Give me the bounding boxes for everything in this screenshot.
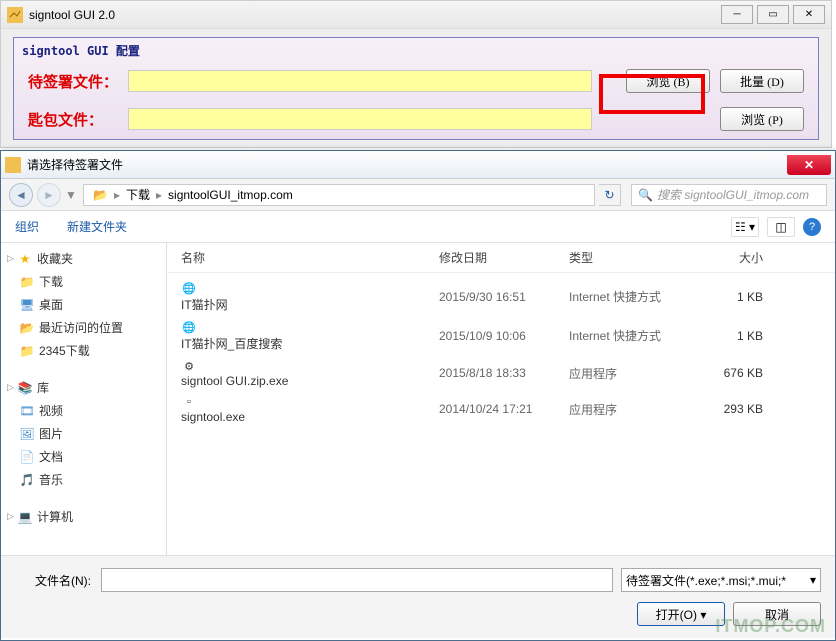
nav-history-dropdown[interactable]: ▼: [65, 188, 79, 202]
file-icon: ▫: [181, 394, 197, 410]
config-panel: signtool GUI 配置 待签署文件： 浏览 (B) 批量 (D) 匙包文…: [13, 37, 819, 140]
chevron-right-icon: ▸: [156, 188, 162, 202]
file-icon: ⚙: [181, 358, 197, 374]
library-icon: 📚: [17, 380, 33, 396]
view-mode-button[interactable]: ☷ ▾: [731, 217, 759, 237]
sidebar-libraries[interactable]: ▷📚库: [1, 376, 166, 399]
video-icon: 🎞: [19, 403, 35, 419]
close-button[interactable]: ✕: [793, 5, 825, 24]
col-header-type[interactable]: 类型: [569, 249, 703, 266]
config-row-key-file: 匙包文件： 浏览 (P): [14, 101, 818, 139]
desktop-icon: 🖥: [19, 297, 35, 313]
music-icon: 🎵: [19, 472, 35, 488]
file-icon: 🌐: [181, 280, 197, 296]
star-icon: ★: [17, 251, 33, 267]
filename-input[interactable]: [101, 568, 613, 592]
file-icon: 🌐: [181, 319, 197, 335]
new-folder-button[interactable]: 新建文件夹: [67, 218, 127, 235]
search-icon: 🔍: [638, 188, 653, 202]
sidebar: ▷★收藏夹 📁下载 🖥桌面 📂最近访问的位置 📁2345下载 ▷📚库 🎞视频 🖼…: [1, 243, 167, 555]
dialog-close-button[interactable]: ✕: [787, 155, 831, 175]
browse-b-button[interactable]: 浏览 (B): [626, 69, 710, 93]
open-button[interactable]: 打开(O) ▾: [637, 602, 725, 626]
breadcrumb-root-icon: 📂: [93, 188, 108, 202]
parent-titlebar: signtool GUI 2.0 ─ ▭ ✕: [1, 1, 831, 29]
sidebar-item-music[interactable]: 🎵音乐: [1, 468, 166, 491]
sidebar-item-2345[interactable]: 📁2345下载: [1, 339, 166, 362]
dialog-footer: 文件名(N): 待签署文件(*.exe;*.msi;*.mui;* ▾ 打开(O…: [1, 555, 835, 638]
search-input[interactable]: 🔍 搜索 signtoolGUI_itmop.com: [631, 184, 827, 206]
file-list-header: 名称 修改日期 类型 大小: [167, 243, 835, 273]
maximize-button[interactable]: ▭: [757, 5, 789, 24]
config-header: signtool GUI 配置: [14, 38, 818, 63]
file-type-filter[interactable]: 待签署文件(*.exe;*.msi;*.mui;* ▾: [621, 568, 821, 592]
nav-back-button[interactable]: ◄: [9, 183, 33, 207]
minimize-button[interactable]: ─: [721, 5, 753, 24]
breadcrumb-seg-1[interactable]: 下载: [126, 186, 150, 203]
file-row[interactable]: 🌐IT猫扑网2015/9/30 16:51Internet 快捷方式1 KB: [167, 277, 835, 316]
file-list-area: 名称 修改日期 类型 大小 🌐IT猫扑网2015/9/30 16:51Inter…: [167, 243, 835, 555]
breadcrumb[interactable]: 📂 ▸ 下载 ▸ signtoolGUI_itmop.com: [83, 184, 595, 206]
sidebar-computer[interactable]: ▷💻计算机: [1, 505, 166, 528]
sidebar-item-videos[interactable]: 🎞视频: [1, 399, 166, 422]
computer-icon: 💻: [17, 509, 33, 525]
picture-icon: 🖼: [19, 426, 35, 442]
config-row-sign-file: 待签署文件： 浏览 (B) 批量 (D): [14, 63, 818, 101]
preview-pane-button[interactable]: ◫: [767, 217, 795, 237]
col-header-name[interactable]: 名称: [181, 249, 439, 266]
dialog-titlebar: 请选择待签署文件 ✕: [1, 151, 835, 179]
folder-icon: 📁: [19, 343, 35, 359]
dialog-title-text: 请选择待签署文件: [27, 156, 123, 173]
sign-file-input[interactable]: [128, 70, 592, 92]
file-row[interactable]: ▫signtool.exe2014/10/24 17:21应用程序293 KB: [167, 391, 835, 427]
batch-d-button[interactable]: 批量 (D): [720, 69, 804, 93]
sidebar-item-pictures[interactable]: 🖼图片: [1, 422, 166, 445]
dialog-nav-bar: ◄ ► ▼ 📂 ▸ 下载 ▸ signtoolGUI_itmop.com ↻ 🔍…: [1, 179, 835, 211]
parent-window: signtool GUI 2.0 ─ ▭ ✕ signtool GUI 配置 待…: [0, 0, 832, 148]
refresh-button[interactable]: ↻: [599, 184, 621, 206]
parent-title-text: signtool GUI 2.0: [29, 8, 115, 22]
folder-icon: 📁: [19, 274, 35, 290]
file-rows: 🌐IT猫扑网2015/9/30 16:51Internet 快捷方式1 KB🌐I…: [167, 273, 835, 431]
sidebar-favorites[interactable]: ▷★收藏夹: [1, 247, 166, 270]
col-header-size[interactable]: 大小: [703, 249, 763, 266]
key-file-label: 匙包文件：: [28, 109, 128, 130]
key-file-input[interactable]: [128, 108, 592, 130]
sidebar-item-desktop[interactable]: 🖥桌面: [1, 293, 166, 316]
sidebar-item-recent[interactable]: 📂最近访问的位置: [1, 316, 166, 339]
dialog-toolbar: 组织 新建文件夹 ☷ ▾ ◫ ?: [1, 211, 835, 243]
sign-file-label: 待签署文件：: [28, 71, 128, 92]
filename-label: 文件名(N):: [15, 572, 101, 589]
nav-forward-button[interactable]: ►: [37, 183, 61, 207]
organize-menu[interactable]: 组织: [15, 218, 39, 235]
col-header-date[interactable]: 修改日期: [439, 249, 569, 266]
dialog-icon: [5, 157, 21, 173]
chevron-right-icon: ▸: [114, 188, 120, 202]
search-placeholder: 搜索 signtoolGUI_itmop.com: [657, 186, 809, 203]
chevron-down-icon: ▾: [810, 573, 816, 587]
help-icon[interactable]: ?: [803, 218, 821, 236]
file-open-dialog: 请选择待签署文件 ✕ ◄ ► ▼ 📂 ▸ 下载 ▸ signtoolGUI_it…: [0, 150, 836, 641]
file-row[interactable]: 🌐IT猫扑网_百度搜索2015/10/9 10:06Internet 快捷方式1…: [167, 316, 835, 355]
sidebar-item-downloads[interactable]: 📁下载: [1, 270, 166, 293]
breadcrumb-seg-2[interactable]: signtoolGUI_itmop.com: [168, 188, 293, 202]
watermark: ITMOP.COM: [715, 616, 826, 637]
sidebar-item-documents[interactable]: 📄文档: [1, 445, 166, 468]
recent-icon: 📂: [19, 320, 35, 336]
browse-p-button[interactable]: 浏览 (P): [720, 107, 804, 131]
dialog-body: ▷★收藏夹 📁下载 🖥桌面 📂最近访问的位置 📁2345下载 ▷📚库 🎞视频 🖼…: [1, 243, 835, 555]
file-row[interactable]: ⚙signtool GUI.zip.exe2015/8/18 18:33应用程序…: [167, 355, 835, 391]
document-icon: 📄: [19, 449, 35, 465]
app-icon: [7, 7, 23, 23]
